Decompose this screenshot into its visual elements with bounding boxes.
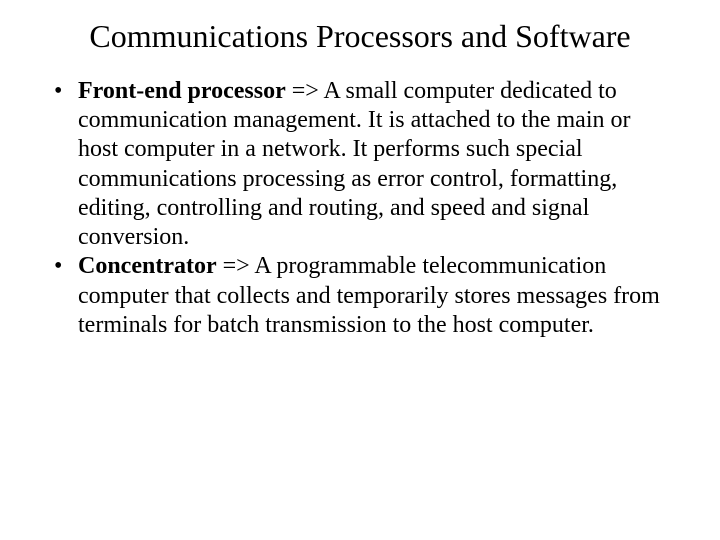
slide: Communications Processors and Software F… [0, 0, 720, 540]
page-title: Communications Processors and Software [40, 18, 680, 55]
list-item: Concentrator => A programmable telecommu… [50, 252, 670, 340]
arrow: => [286, 78, 324, 104]
term: Front-end processor [78, 78, 286, 104]
arrow: => [217, 253, 255, 279]
list-item: Front-end processor => A small computer … [50, 77, 670, 253]
term: Concentrator [78, 253, 217, 279]
bullet-list: Front-end processor => A small computer … [40, 77, 680, 340]
